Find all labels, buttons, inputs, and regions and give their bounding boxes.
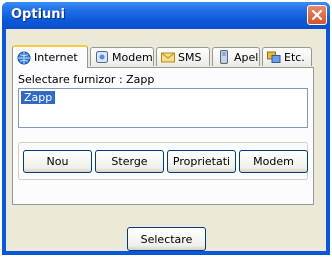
tab-apel[interactable]: Apel [212,47,260,66]
title-bar[interactable]: Optiuni [2,2,330,29]
provider-label: Selectare furnizor : Zapp [18,73,155,86]
tab-label: SMS [178,50,202,64]
tab-label: Internet [34,51,78,64]
modem-button[interactable]: Modem [239,150,308,173]
new-button[interactable]: Nou [23,150,92,173]
provider-listbox[interactable]: Zapp [18,88,308,128]
folders-icon [267,51,281,63]
close-button[interactable] [307,5,327,25]
properties-button[interactable]: Proprietati [167,150,236,173]
options-window: Optiuni Internet Modem SMS Apel Etc. Sel… [2,2,330,255]
window-title: Optiuni [11,7,65,22]
tab-modem[interactable]: Modem [90,47,154,66]
tab-strip: Internet Modem SMS Apel Etc. [12,45,316,68]
envelope-icon [161,52,175,63]
tab-label: Modem [112,50,153,64]
tab-etc[interactable]: Etc. [262,47,312,66]
select-button[interactable]: Selectare [127,227,206,251]
dialog-body: Internet Modem SMS Apel Etc. Selectare f… [6,29,326,251]
tab-sms[interactable]: SMS [156,47,210,66]
tab-label: Apel [234,50,259,64]
modem-icon [96,51,108,63]
phone-icon [220,50,228,64]
close-icon [312,10,322,20]
globe-icon [17,51,31,64]
internet-tab-panel: Selectare furnizor : Zapp Zapp Nou Sterg… [12,67,314,205]
delete-button[interactable]: Sterge [95,150,164,173]
list-item-selected[interactable]: Zapp [21,91,56,104]
tab-label: Etc. [284,50,305,64]
tab-internet[interactable]: Internet [12,45,88,68]
provider-actions-group: Nou Sterge Proprietati Modem [18,142,308,180]
